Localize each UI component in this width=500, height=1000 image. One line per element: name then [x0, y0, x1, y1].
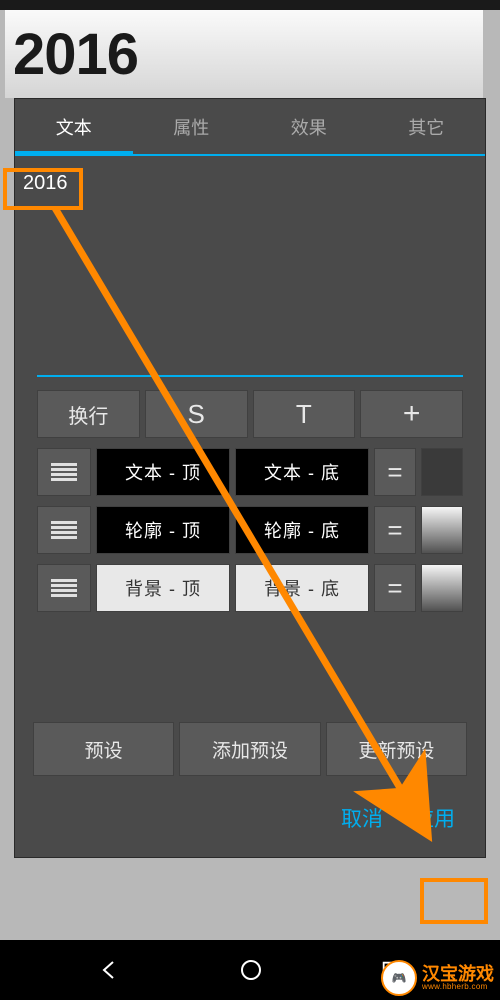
update-preset-button[interactable]: 更新预设 [326, 722, 467, 776]
text-input[interactable] [23, 170, 83, 197]
align-button-text[interactable] [37, 448, 91, 496]
nav-home-icon[interactable] [239, 958, 263, 982]
style-row-background: 背景 - 顶 背景 - 底 = [15, 559, 485, 617]
highlight-apply [420, 878, 488, 924]
nav-recent-icon[interactable] [380, 959, 402, 981]
tab-text[interactable]: 文本 [15, 99, 133, 154]
outline-top-button[interactable]: 轮廓 - 顶 [96, 506, 230, 554]
bg-bottom-button[interactable]: 背景 - 底 [235, 564, 369, 612]
align-button-outline[interactable] [37, 506, 91, 554]
preset-button[interactable]: 预设 [33, 722, 174, 776]
align-icon [51, 521, 77, 539]
t-button[interactable]: T [253, 390, 356, 438]
preview-area: 2016 [5, 10, 483, 98]
preset-row: 预设 添加预设 更新预设 [15, 717, 485, 781]
bg-top-button[interactable]: 背景 - 顶 [96, 564, 230, 612]
status-bar [0, 0, 500, 10]
apply-button[interactable]: 应用 [413, 803, 455, 833]
wrap-button[interactable]: 换行 [37, 390, 140, 438]
style-row-outline: 轮廓 - 顶 轮廓 - 底 = [15, 501, 485, 559]
preview-text: 2016 [13, 21, 138, 88]
s-button[interactable]: S [145, 390, 248, 438]
outline-bottom-button[interactable]: 轮廓 - 底 [235, 506, 369, 554]
nav-bar [0, 940, 500, 1000]
style-row-text: 文本 - 顶 文本 - 底 = [15, 443, 485, 501]
align-button-background[interactable] [37, 564, 91, 612]
input-row [15, 156, 485, 197]
equals-background[interactable]: = [374, 564, 416, 612]
action-row: 取消 应用 [15, 781, 485, 857]
tabs: 文本 属性 效果 其它 [15, 99, 485, 156]
plus-button[interactable]: + [360, 390, 463, 438]
tab-other[interactable]: 其它 [368, 99, 486, 154]
text-bottom-button[interactable]: 文本 - 底 [235, 448, 369, 496]
add-preset-button[interactable]: 添加预设 [179, 722, 320, 776]
editor-panel: 文本 属性 效果 其它 换行 S T + 文本 - 顶 文本 - 底 = 轮廓 … [14, 98, 486, 858]
equals-text[interactable]: = [374, 448, 416, 496]
swatch-outline[interactable] [421, 506, 463, 554]
swatch-background[interactable] [421, 564, 463, 612]
tab-attributes[interactable]: 属性 [133, 99, 251, 154]
text-top-button[interactable]: 文本 - 顶 [96, 448, 230, 496]
align-icon [51, 579, 77, 597]
tool-row: 换行 S T + [15, 385, 485, 443]
cancel-button[interactable]: 取消 [341, 803, 383, 833]
nav-back-icon[interactable] [98, 958, 122, 982]
align-icon [51, 463, 77, 481]
tab-effects[interactable]: 效果 [250, 99, 368, 154]
swatch-text[interactable] [421, 448, 463, 496]
divider [37, 375, 463, 377]
equals-outline[interactable]: = [374, 506, 416, 554]
